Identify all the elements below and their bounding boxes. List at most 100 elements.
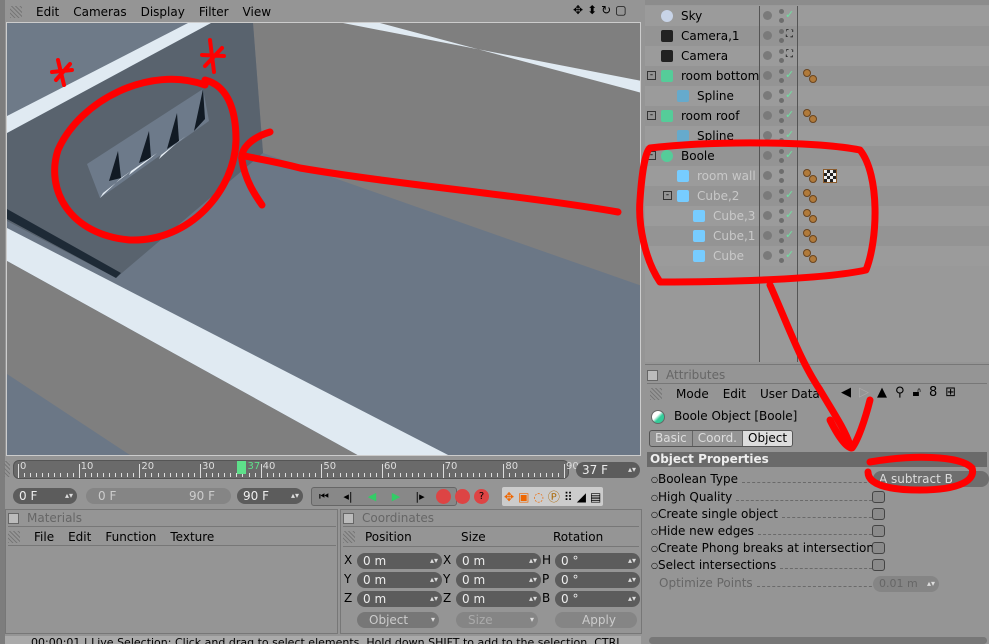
- tab-coord[interactable]: Coord.: [693, 431, 743, 446]
- optimize-points-field[interactable]: 0.01 m ▴▾: [873, 576, 939, 592]
- editor-visibility-dot[interactable]: [779, 9, 784, 14]
- scale-key-icon[interactable]: ▣: [518, 490, 529, 504]
- collapse-icon[interactable]: -: [647, 111, 656, 120]
- attributes-scrollbar[interactable]: [649, 637, 987, 644]
- menu-user-data[interactable]: User Data: [760, 387, 820, 401]
- render-visibility-dot[interactable]: [779, 78, 784, 83]
- panel-toggle[interactable]: [647, 369, 658, 381]
- coordinate-field[interactable]: 0 ° ▴▾: [555, 572, 640, 588]
- position-key-icon[interactable]: ✥: [504, 490, 514, 504]
- forward-arrow-icon[interactable]: ▷: [859, 385, 869, 400]
- menu-edit[interactable]: Edit: [68, 530, 91, 544]
- checkbox[interactable]: [872, 508, 885, 520]
- tab-object[interactable]: Object: [743, 431, 793, 446]
- render-visibility-dot[interactable]: [779, 258, 784, 263]
- outliner-item[interactable]: - Boole ✓: [645, 146, 989, 166]
- enabled-check-icon[interactable]: ✓: [785, 228, 794, 241]
- enabled-check-icon[interactable]: ✓: [785, 88, 794, 101]
- render-visibility-dot[interactable]: [779, 138, 784, 143]
- boolean-type-dropdown[interactable]: A subtract B: [873, 471, 989, 487]
- outliner-item[interactable]: Cube,1 ✓: [645, 226, 989, 246]
- maximize-icon[interactable]: ▢: [615, 3, 626, 17]
- checkbox[interactable]: [872, 559, 885, 571]
- coordinate-field[interactable]: 0 m ▴▾: [456, 572, 541, 588]
- menu-mode[interactable]: Mode: [676, 387, 709, 401]
- next-key-icon[interactable]: |▸: [408, 486, 432, 508]
- editor-visibility-dot[interactable]: [779, 129, 784, 134]
- zoom-icon[interactable]: ⬍: [587, 3, 597, 17]
- menu-texture[interactable]: Texture: [170, 530, 214, 544]
- start-frame-field[interactable]: 0 F ▴▾: [13, 488, 77, 504]
- coordinate-field[interactable]: 0 m ▴▾: [456, 553, 541, 569]
- 3d-viewport[interactable]: [6, 22, 641, 456]
- editor-visibility-dot[interactable]: [779, 249, 784, 254]
- play-backward-icon[interactable]: ◀: [360, 486, 384, 508]
- new-panel-icon[interactable]: ⊞: [945, 385, 956, 400]
- auto-key-icon[interactable]: [455, 489, 470, 504]
- menu-edit[interactable]: Edit: [36, 5, 59, 19]
- back-arrow-icon[interactable]: ◀: [841, 385, 851, 400]
- grip-icon[interactable]: [10, 6, 22, 18]
- layer-dot[interactable]: [763, 91, 772, 100]
- camera-target-icon[interactable]: ⛶: [786, 29, 793, 40]
- menu-view[interactable]: View: [243, 5, 271, 19]
- layer-dot[interactable]: [763, 171, 772, 180]
- menu-display[interactable]: Display: [141, 5, 185, 19]
- coordinate-mode-dropdown[interactable]: Object ▾: [357, 612, 439, 628]
- outliner-item[interactable]: Spline ✓: [645, 126, 989, 146]
- render-visibility-dot[interactable]: [779, 98, 784, 103]
- coordinate-field[interactable]: 0 ° ▴▾: [555, 553, 640, 569]
- checkbox[interactable]: [872, 542, 885, 554]
- coordinate-field[interactable]: 0 m ▴▾: [456, 591, 541, 607]
- point-level-icon[interactable]: ⠿: [564, 490, 573, 504]
- editor-visibility-dot[interactable]: [779, 109, 784, 114]
- layer-dot[interactable]: [763, 11, 772, 20]
- editor-visibility-dot[interactable]: [779, 149, 784, 154]
- outliner-item[interactable]: Cube,3 ✓: [645, 206, 989, 226]
- link-icon[interactable]: 8: [929, 385, 937, 400]
- move-icon[interactable]: ✥: [573, 3, 583, 17]
- checkbox[interactable]: [872, 491, 885, 503]
- layer-dot[interactable]: [763, 51, 772, 60]
- rotation-key-icon[interactable]: ◌: [533, 490, 543, 504]
- lock-icon[interactable]: 🔓︎: [913, 385, 921, 400]
- timeline-playhead[interactable]: [237, 461, 247, 474]
- layer-dot[interactable]: [763, 231, 772, 240]
- go-to-start-icon[interactable]: ⏮: [312, 486, 336, 508]
- grip-icon[interactable]: [650, 388, 662, 400]
- panel-toggle[interactable]: [343, 512, 354, 524]
- grip-icon[interactable]: [4, 461, 10, 477]
- outliner-item[interactable]: Cube ✓: [645, 246, 989, 266]
- render-visibility-dot[interactable]: [779, 58, 784, 63]
- enabled-check-icon[interactable]: ✓: [785, 208, 794, 221]
- grip-icon[interactable]: [8, 530, 20, 543]
- enabled-check-icon[interactable]: ✓: [785, 188, 794, 201]
- menu-filter[interactable]: Filter: [199, 5, 229, 19]
- layer-dot[interactable]: [763, 211, 772, 220]
- editor-visibility-dot[interactable]: [779, 209, 784, 214]
- outliner-item[interactable]: - Cube,2 ✓: [645, 186, 989, 206]
- clipboard-icon[interactable]: ▤: [590, 490, 601, 504]
- coordinate-field[interactable]: 0 m ▴▾: [357, 591, 442, 607]
- parameter-key-icon[interactable]: Ⓟ: [548, 488, 560, 505]
- editor-visibility-dot[interactable]: [779, 49, 784, 54]
- coordinate-field[interactable]: 0 m ▴▾: [357, 572, 442, 588]
- current-frame-field[interactable]: 37 F ▴▾: [576, 462, 640, 478]
- layer-dot[interactable]: [763, 251, 772, 260]
- render-visibility-dot[interactable]: [779, 158, 784, 163]
- collapse-icon[interactable]: -: [663, 191, 672, 200]
- apply-button[interactable]: Apply: [555, 612, 637, 628]
- enabled-check-icon[interactable]: ✓: [785, 8, 794, 21]
- up-arrow-icon[interactable]: ▲: [877, 385, 887, 400]
- help-icon[interactable]: ?: [474, 489, 489, 504]
- panel-toggle[interactable]: [8, 512, 19, 524]
- collapse-icon[interactable]: -: [647, 71, 656, 80]
- coordinate-field[interactable]: 0 m ▴▾: [357, 553, 442, 569]
- menu-function[interactable]: Function: [105, 530, 156, 544]
- checkbox[interactable]: [872, 525, 885, 537]
- rotate-icon[interactable]: ↻: [601, 3, 611, 17]
- menu-edit[interactable]: Edit: [723, 387, 746, 401]
- play-forward-icon[interactable]: ▶: [384, 486, 408, 508]
- layer-dot[interactable]: [763, 131, 772, 140]
- outliner-item[interactable]: room wall: [645, 166, 989, 186]
